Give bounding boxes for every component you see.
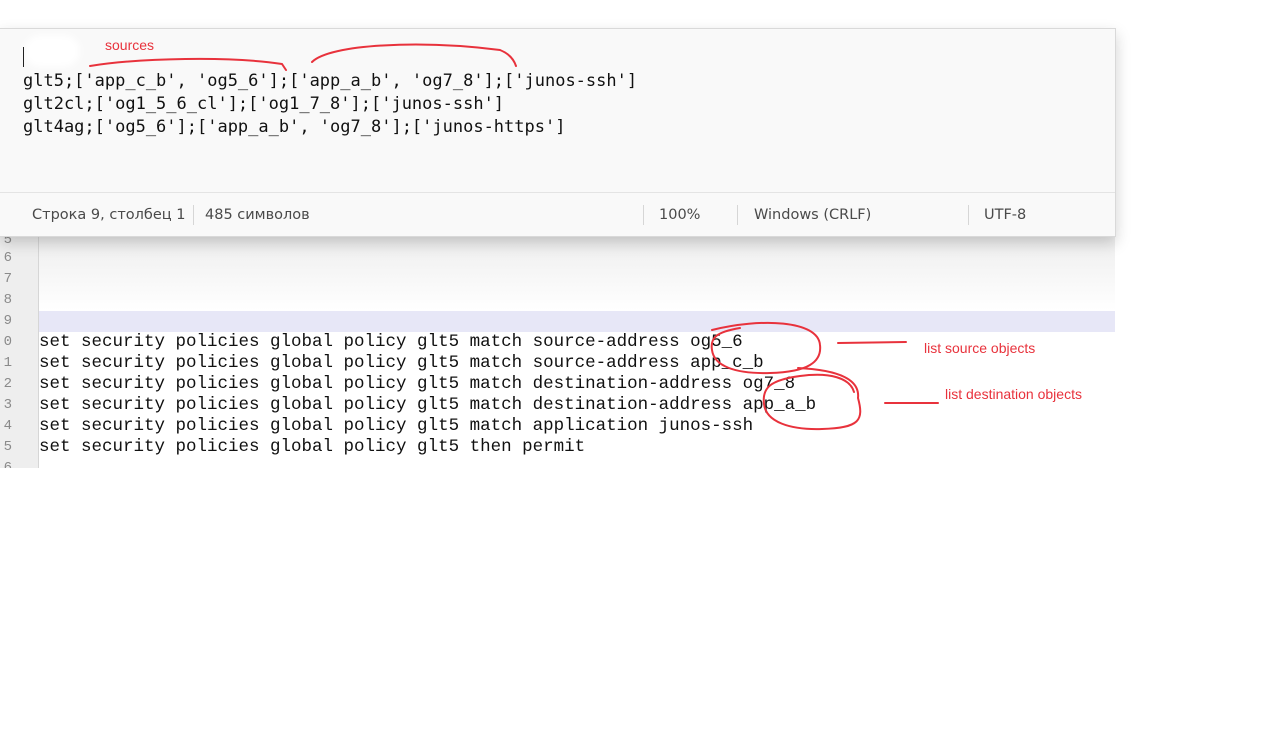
annotation-sources-label: sources	[105, 37, 155, 53]
line-number: 4	[3, 418, 12, 434]
line-number: 0	[3, 334, 12, 350]
notepad-window[interactable]: glt5;['app_c_b', 'og5_6'];['app_a_b', 'o…	[0, 28, 1116, 237]
code-line[interactable]: set security policies global policy glt5…	[39, 395, 816, 416]
line-number: 3	[3, 397, 12, 413]
text-caret	[23, 47, 24, 67]
line-number: 5	[3, 439, 12, 455]
status-separator	[643, 205, 644, 225]
current-line-highlight	[39, 311, 1115, 332]
line-number: 9	[3, 313, 12, 329]
line-number: 6	[3, 460, 12, 468]
line-number: 6	[3, 250, 12, 266]
notepad-line[interactable]: glt5;['app_c_b', 'og5_6'];['app_a_b', 'o…	[23, 70, 637, 93]
code-line[interactable]: set security policies global policy glt5…	[39, 374, 795, 395]
encoding[interactable]: UTF-8	[984, 193, 1026, 236]
annotation-list-source: list source objects	[924, 340, 1036, 356]
code-line[interactable]: set security policies global policy glt5…	[39, 416, 753, 437]
line-number: 8	[3, 292, 12, 308]
line-number: 2	[3, 376, 12, 392]
line-number: 1	[3, 355, 12, 371]
code-line[interactable]: set security policies global policy glt5…	[39, 437, 585, 458]
notepad-text-area[interactable]: glt5;['app_c_b', 'og5_6'];['app_a_b', 'o…	[0, 29, 1115, 192]
character-count: 485 символов	[205, 207, 310, 223]
status-separator	[193, 205, 194, 225]
status-separator	[968, 205, 969, 225]
code-line[interactable]: set security policies global policy glt5…	[39, 353, 764, 374]
notepad-line[interactable]: glt4ag;['og5_6'];['app_a_b', 'og7_8'];['…	[23, 116, 565, 139]
editor-shadow	[39, 230, 1115, 310]
line-number: 7	[3, 271, 12, 287]
line-ending[interactable]: Windows (CRLF)	[754, 193, 871, 236]
status-separator	[737, 205, 738, 225]
redacted-blur	[30, 41, 74, 61]
status-bar: Строка 9, столбец 1 485 символов 100% Wi…	[0, 192, 1115, 236]
notepad-line[interactable]: glt2cl;['og1_5_6_cl'];['og1_7_8'];['juno…	[23, 93, 504, 116]
cursor-position: Строка 9, столбец 1	[32, 207, 186, 223]
code-line[interactable]: set security policies global policy glt5…	[39, 332, 743, 353]
zoom-level[interactable]: 100%	[659, 193, 700, 236]
annotation-list-destination: list destination objects	[945, 386, 1082, 402]
line-number-gutter: 5 6 7 8 9 0 1 2 3 4 5 6	[0, 230, 39, 468]
